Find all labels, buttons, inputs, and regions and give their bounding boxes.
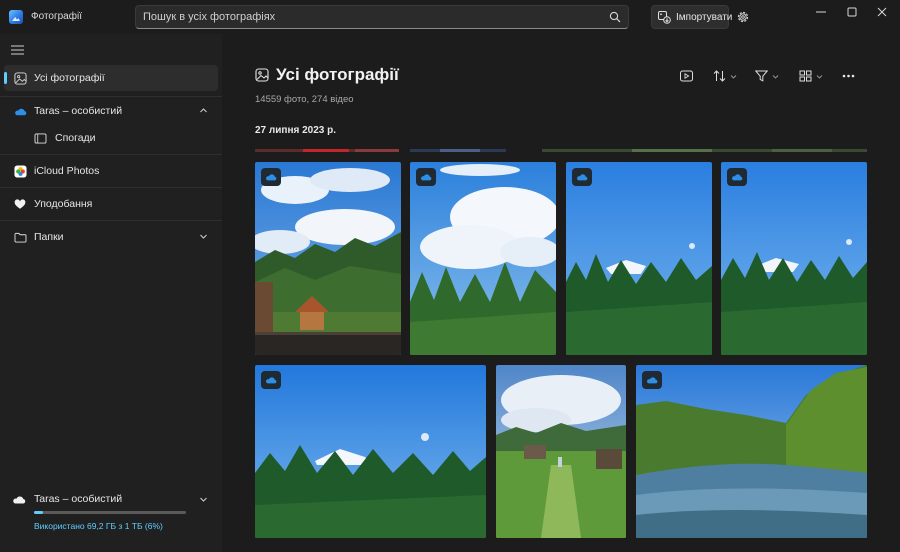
storage-panel[interactable]: Taras – особистий Використано 69,2 ГБ з …: [0, 486, 222, 552]
onedrive-cloud-icon: [13, 104, 27, 118]
close-icon: [877, 7, 887, 17]
folder-icon: [13, 230, 27, 244]
chevron-down-icon[interactable]: [199, 495, 208, 504]
photo-thumbnail[interactable]: [496, 548, 729, 552]
cloud-icon: [13, 496, 26, 504]
close-button[interactable]: [867, 3, 897, 21]
sidebar-item-icloud-photos[interactable]: iCloud Photos: [4, 158, 218, 184]
sidebar-item-label: Уподобання: [34, 198, 93, 210]
hamburger-menu-icon[interactable]: [11, 44, 24, 56]
icloud-icon: [13, 164, 27, 178]
storage-progress-fill: [34, 511, 44, 514]
photo-thumbnail[interactable]: [738, 548, 867, 552]
photos-app-icon: [9, 10, 23, 24]
photo-thumbnail[interactable]: [566, 162, 712, 355]
search-input[interactable]: [143, 9, 583, 25]
onedrive-cloud-icon: [642, 371, 662, 389]
import-icon: [657, 10, 671, 24]
sidebar-item-label: Спогади: [55, 132, 96, 144]
divider: [0, 154, 222, 155]
divider: [0, 187, 222, 188]
onedrive-cloud-icon: [261, 371, 281, 389]
onedrive-cloud-icon: [727, 168, 747, 186]
photo-thumbnail[interactable]: [410, 146, 506, 152]
chevron-up-icon[interactable]: [199, 106, 208, 115]
title-bar: Фотографії Імпортувати: [0, 0, 900, 34]
photo-thumbnail[interactable]: [255, 162, 401, 355]
storage-account-name: Taras – особистий: [34, 493, 123, 505]
onedrive-cloud-icon: [416, 168, 436, 186]
storage-progress-bar: [34, 511, 186, 514]
gear-icon[interactable]: [736, 10, 750, 24]
sidebar-item-label: Усі фотографії: [34, 72, 105, 84]
app-title: Фотографії: [31, 11, 82, 22]
photo-thumbnail[interactable]: [255, 146, 399, 152]
main-content: Усі фотографії 14559 фото, 274 відео 27 …: [222, 34, 900, 552]
photo-thumbnail[interactable]: [636, 365, 867, 538]
onedrive-cloud-icon: [261, 168, 281, 186]
sidebar-item-label: Папки: [34, 231, 64, 243]
sidebar: Усі фотографії Taras – особистий Спогади: [0, 34, 222, 552]
photo-thumbnail[interactable]: [542, 146, 867, 152]
search-box[interactable]: [135, 5, 629, 29]
search-icon[interactable]: [609, 11, 621, 23]
maximize-icon: [847, 7, 857, 17]
onedrive-cloud-icon: [572, 168, 592, 186]
photo-grid: [222, 34, 900, 552]
photo-thumbnail[interactable]: [255, 365, 486, 538]
sidebar-item-label: Taras – особистий: [34, 105, 123, 117]
sidebar-item-memories[interactable]: Спогади: [4, 125, 218, 151]
photo-thumbnail[interactable]: [255, 548, 486, 552]
divider: [0, 220, 222, 221]
memories-icon: [33, 131, 47, 145]
photo-thumbnail[interactable]: [496, 365, 626, 538]
maximize-button[interactable]: [837, 3, 867, 21]
sidebar-item-folders[interactable]: Папки: [4, 224, 218, 250]
sidebar-item-favorites[interactable]: Уподобання: [4, 191, 218, 217]
minimize-icon: [816, 11, 826, 13]
storage-usage-text: Використано 69,2 ГБ з 1 ТБ (6%): [34, 521, 163, 531]
photo-thumbnail[interactable]: [721, 162, 867, 355]
minimize-button[interactable]: [806, 3, 836, 21]
sidebar-item-all-photos[interactable]: Усі фотографії: [4, 65, 218, 91]
sidebar-item-label: iCloud Photos: [34, 165, 100, 177]
chevron-down-icon[interactable]: [199, 232, 208, 241]
heart-icon: [13, 197, 27, 211]
photo-icon: [13, 71, 27, 85]
photo-thumbnail[interactable]: [410, 162, 556, 355]
import-button[interactable]: Імпортувати: [651, 5, 733, 29]
import-label: Імпортувати: [676, 11, 733, 23]
sidebar-item-onedrive-account[interactable]: Taras – особистий: [4, 98, 218, 124]
divider: [0, 96, 222, 97]
